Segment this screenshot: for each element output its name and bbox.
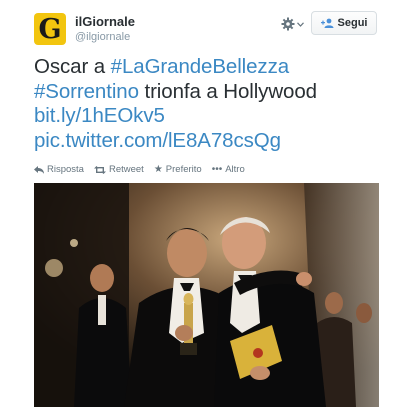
avatar[interactable]: G <box>34 13 66 45</box>
user-handle[interactable]: @ilgiornale <box>75 31 130 43</box>
retweet-button[interactable]: Retweet <box>93 164 144 175</box>
reply-button[interactable]: Risposta <box>34 164 84 175</box>
tweet-line-2: #Sorrentino trionfa a Hollywood <box>34 80 394 105</box>
favorite-label: Preferito <box>165 164 202 175</box>
gear-icon[interactable] <box>281 16 305 32</box>
more-label: Altro <box>225 164 245 175</box>
reply-icon <box>34 165 44 174</box>
follow-button-label: Segui <box>337 17 368 29</box>
tweet-line-1: Oscar a #LaGrandeBellezza <box>34 55 394 80</box>
follow-person-icon <box>320 18 334 28</box>
tweet-actions: Risposta Retweet ★ Preferito ••• Altro <box>34 164 245 175</box>
gear-icon-glyph <box>281 17 295 31</box>
photo-image <box>34 183 379 407</box>
hashtag-link[interactable]: #Sorrentino <box>34 80 139 103</box>
follow-button[interactable]: Segui <box>311 11 377 35</box>
star-icon: ★ <box>153 164 163 175</box>
tweet-card: G ilGiornale @ilgiornale Segui Oscar a #… <box>0 0 410 410</box>
favorite-button[interactable]: ★ Preferito <box>154 164 202 175</box>
pic-url-link[interactable]: pic.twitter.com/lE8A78csQg <box>34 129 281 152</box>
tweet-line-3: bit.ly/1hEOkv5 <box>34 104 394 129</box>
more-dots-icon: ••• <box>211 164 223 175</box>
more-button[interactable]: ••• Altro <box>212 164 245 175</box>
avatar-logo-letter: G <box>38 14 62 45</box>
tweet-text-prefix: Oscar a <box>34 55 111 78</box>
tweet-photo[interactable] <box>34 183 379 407</box>
retweet-label: Retweet <box>108 164 144 175</box>
hashtag-link[interactable]: #LaGrandeBellezza <box>111 55 289 78</box>
user-name[interactable]: ilGiornale <box>75 14 135 29</box>
short-url-link[interactable]: bit.ly/1hEOkv5 <box>34 104 165 127</box>
retweet-icon <box>93 165 106 174</box>
tweet-line-4: pic.twitter.com/lE8A78csQg <box>34 129 394 154</box>
tweet-text: Oscar a #LaGrandeBellezza #Sorrentino tr… <box>34 55 394 153</box>
tweet-text-suffix: trionfa a Hollywood <box>138 79 317 103</box>
reply-label: Risposta <box>47 164 84 175</box>
chevron-down-icon <box>297 21 304 27</box>
